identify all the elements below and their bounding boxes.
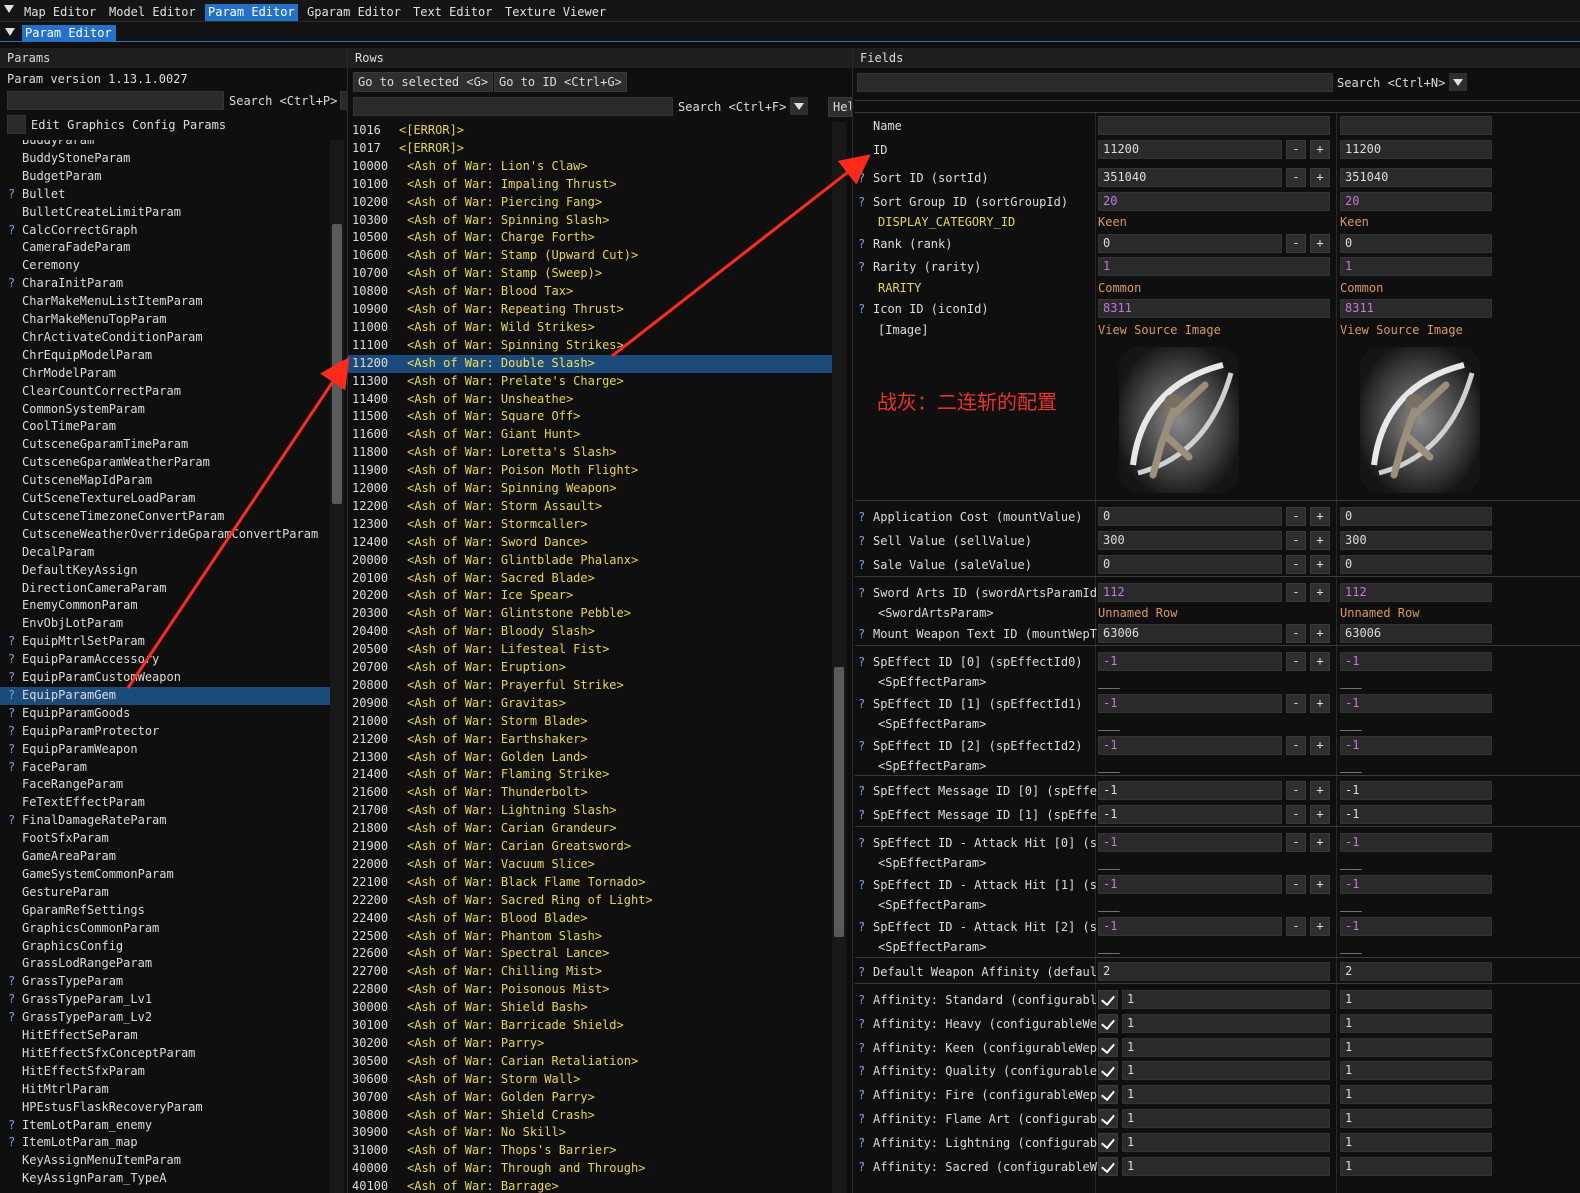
arrow-param-to-row bbox=[126, 357, 350, 689]
annotation-arrows bbox=[126, 154, 871, 689]
arrow-row-to-field bbox=[611, 154, 871, 358]
